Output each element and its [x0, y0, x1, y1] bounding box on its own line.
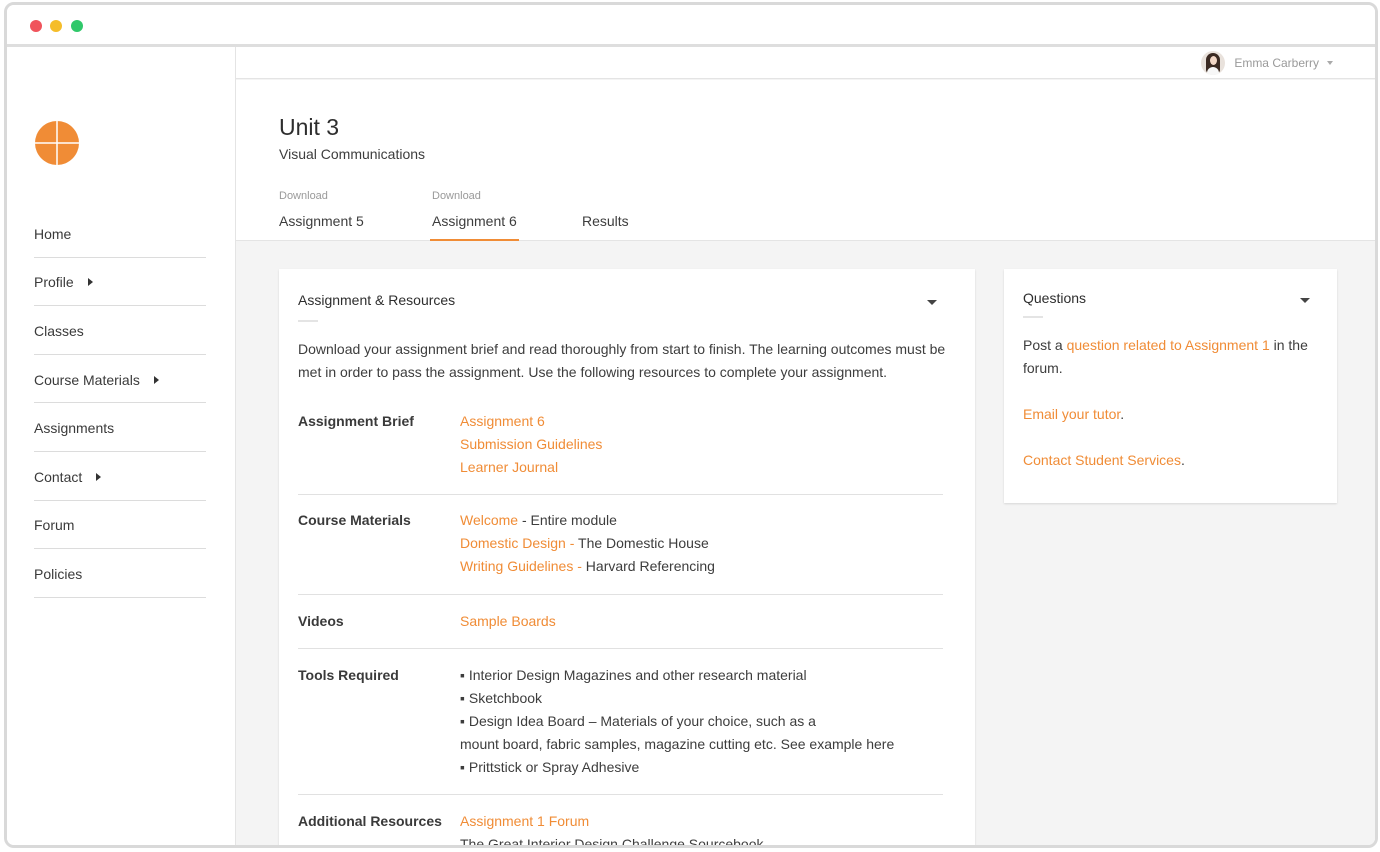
forum-question-link[interactable]: question related to Assignment 1	[1067, 337, 1270, 353]
chevron-down-icon	[1327, 61, 1333, 65]
window-titlebar	[7, 5, 1375, 47]
questions-heading: Questions	[1023, 290, 1087, 306]
row-label: Course Materials	[298, 512, 411, 528]
page-title: Unit 3	[279, 114, 340, 140]
sidebar-item-profile[interactable]: Profile	[34, 258, 206, 307]
avatar	[1201, 51, 1226, 75]
questions-card: Questions Post a question related to Ass…	[1004, 269, 1337, 503]
close-window-button[interactable]	[30, 20, 42, 32]
active-tab-indicator	[430, 239, 519, 241]
writing-guidelines-link[interactable]: Writing Guidelines -	[460, 558, 586, 574]
row-label: Assignment Brief	[298, 413, 414, 429]
tab-label: Assignment 6	[432, 213, 517, 229]
submission-guidelines-link[interactable]: Submission Guidelines	[460, 436, 602, 452]
learner-journal-link[interactable]: Learner Journal	[460, 459, 558, 475]
user-menu[interactable]: Emma Carberry	[1201, 51, 1333, 75]
tab-results[interactable]: Results	[582, 190, 629, 229]
assignment-1-forum-link[interactable]: Assignment 1 Forum	[460, 813, 589, 829]
collapse-resources-icon[interactable]	[927, 300, 937, 305]
chevron-right-icon	[96, 472, 102, 481]
list-item: mount board, fabric samples, magazine cu…	[460, 736, 895, 752]
minimize-window-button[interactable]	[50, 20, 62, 32]
additional-resources-row: Additional Resources Assignment 1 Forum …	[298, 795, 943, 848]
sidebar-item-forum[interactable]: Forum	[34, 501, 206, 550]
sidebar-item-policies[interactable]: Policies	[34, 549, 206, 598]
tab-label: Results	[582, 213, 629, 229]
row-label: Videos	[298, 613, 344, 629]
sidebar: Home Profile Classes Course Materials As…	[7, 47, 236, 845]
tab-assignment-5[interactable]: Download Assignment 5	[279, 190, 364, 229]
contact-student-services-link[interactable]: Contact Student Services	[1023, 452, 1181, 468]
sidebar-item-home[interactable]: Home	[34, 209, 206, 258]
sourcebook-text: The Great Interior Design Challenge Sour…	[460, 836, 764, 848]
resources-heading: Assignment & Resources	[298, 292, 456, 308]
sidebar-item-classes[interactable]: Classes	[34, 306, 206, 355]
sidebar-nav: Home Profile Classes Course Materials As…	[34, 209, 206, 598]
assignment-6-link[interactable]: Assignment 6	[460, 413, 545, 429]
course-materials-row: Course Materials Welcome - Entire module…	[298, 495, 943, 595]
resources-card: Assignment & Resources Download your ass…	[279, 269, 975, 848]
sidebar-item-assignments[interactable]: Assignments	[34, 403, 206, 452]
videos-row: Videos Sample Boards	[298, 595, 943, 649]
page-header: Unit 3 Visual Communications Download As…	[236, 80, 1375, 241]
tab-assignment-6[interactable]: Download Assignment 6	[430, 190, 519, 241]
app-logo-icon[interactable]	[34, 120, 80, 166]
post-question-text: Post a question related to Assignment 1 …	[1023, 337, 1308, 376]
list-item: ▪ Interior Design Magazines and other re…	[460, 667, 807, 683]
resources-intro: Download your assignment brief and read …	[298, 341, 946, 380]
row-label: Tools Required	[298, 667, 399, 683]
sample-boards-link[interactable]: Sample Boards	[460, 613, 556, 629]
tab-label: Assignment 5	[279, 213, 364, 229]
email-tutor-link[interactable]: Email your tutor	[1023, 406, 1120, 422]
collapse-questions-icon[interactable]	[1300, 298, 1310, 303]
row-label: Additional Resources	[298, 813, 442, 829]
tab-download-label: Download	[432, 190, 481, 202]
tab-download-label: Download	[279, 190, 328, 202]
email-tutor-text: Email your tutor.	[1023, 406, 1125, 422]
list-item: ▪ Sketchbook	[460, 690, 543, 706]
browser-window: Home Profile Classes Course Materials As…	[4, 2, 1378, 848]
chevron-right-icon	[153, 375, 159, 384]
page-subtitle: Visual Communications	[279, 146, 426, 162]
chevron-right-icon	[87, 278, 93, 287]
welcome-link[interactable]: Welcome	[460, 512, 518, 528]
domestic-design-link[interactable]: Domestic Design -	[460, 535, 578, 551]
list-item: ▪ Design Idea Board – Materials of your …	[460, 713, 816, 729]
maximize-window-button[interactable]	[71, 20, 83, 32]
tools-required-row: Tools Required ▪ Interior Design Magazin…	[298, 649, 943, 795]
user-name: Emma Carberry	[1234, 56, 1319, 70]
sidebar-item-contact[interactable]: Contact	[34, 452, 206, 501]
top-bar: Emma Carberry	[236, 47, 1375, 79]
list-item: ▪ Prittstick or Spray Adhesive	[460, 759, 640, 775]
sidebar-item-course-materials[interactable]: Course Materials	[34, 355, 206, 404]
contact-services-text: Contact Student Services.	[1023, 452, 1185, 468]
main-content: Emma Carberry Unit 3 Visual Communicatio…	[236, 47, 1375, 845]
assignment-brief-row: Assignment Brief Assignment 6 Submission…	[298, 403, 943, 495]
